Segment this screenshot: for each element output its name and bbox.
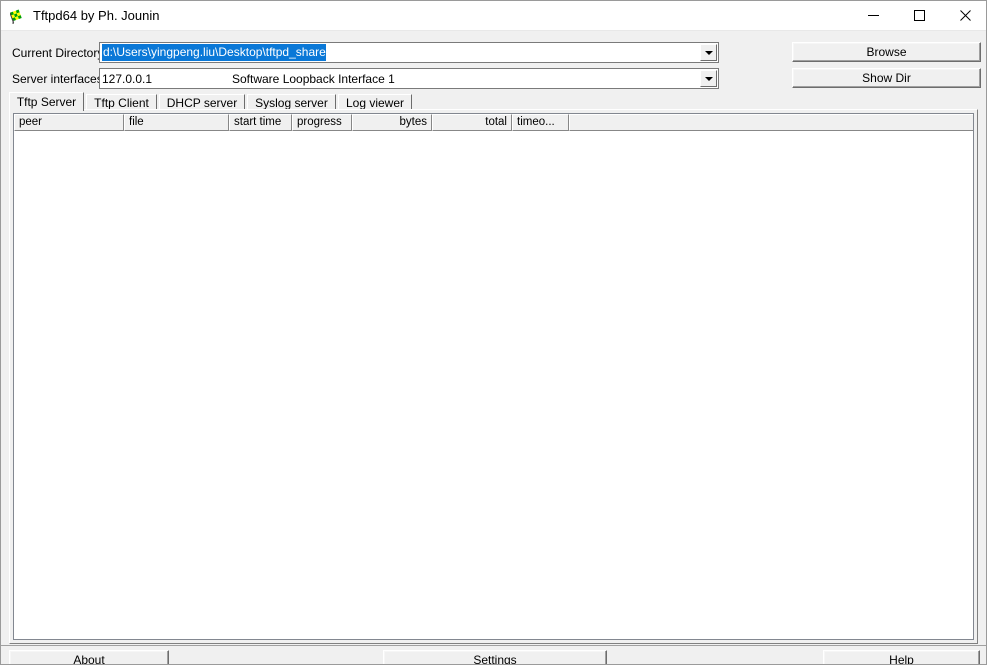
about-button[interactable]: About bbox=[9, 650, 169, 664]
tab-dhcp-server[interactable]: DHCP server bbox=[159, 94, 245, 110]
column-header-label: total bbox=[485, 116, 507, 128]
current-directory-input[interactable]: d:\Users\yingpeng.liu\Desktop\tftpd_shar… bbox=[100, 43, 698, 62]
column-header-total[interactable]: total bbox=[432, 114, 512, 131]
tab-syslog-server[interactable]: Syslog server bbox=[247, 94, 336, 110]
column-header-label: peer bbox=[19, 116, 43, 128]
column-header-file[interactable]: file bbox=[124, 114, 229, 131]
close-icon bbox=[959, 10, 971, 21]
chevron-down-icon bbox=[704, 50, 713, 55]
minimize-icon bbox=[867, 15, 879, 16]
current-directory-value: d:\Users\yingpeng.liu\Desktop\tftpd_shar… bbox=[102, 44, 326, 61]
minimize-button[interactable] bbox=[850, 1, 896, 30]
maximize-icon bbox=[913, 10, 925, 21]
transfer-list-body[interactable] bbox=[14, 132, 973, 639]
tab-tftp-client[interactable]: Tftp Client bbox=[86, 94, 157, 110]
column-header-progress[interactable]: progress bbox=[292, 114, 352, 131]
server-interfaces-value-row[interactable]: 127.0.0.1 Software Loopback Interface 1 bbox=[100, 69, 698, 88]
column-header-label: timeo... bbox=[517, 116, 555, 128]
column-header-label: progress bbox=[297, 116, 342, 128]
tab-label: Log viewer bbox=[345, 95, 405, 110]
transfer-list-header: peer file start time progress bytes total time… bbox=[14, 114, 973, 131]
column-header-label: bytes bbox=[399, 116, 428, 128]
server-interfaces-dropdown-button[interactable] bbox=[700, 70, 717, 87]
server-interfaces-label: Server interfaces bbox=[12, 72, 103, 86]
window-title: Tftpd64 by Ph. Jounin bbox=[33, 8, 160, 23]
help-button[interactable]: Help bbox=[823, 650, 980, 664]
chevron-down-icon bbox=[704, 76, 713, 81]
server-interface-ip: 127.0.0.1 bbox=[102, 71, 153, 86]
tab-tftp-server[interactable]: Tftp Server bbox=[9, 92, 84, 111]
column-header-label: start time bbox=[234, 116, 282, 128]
column-header-peer[interactable]: peer bbox=[14, 114, 124, 131]
browse-button[interactable]: Browse bbox=[792, 42, 981, 62]
show-dir-button[interactable]: Show Dir bbox=[792, 68, 981, 88]
column-header-start-time[interactable]: start time bbox=[229, 114, 292, 131]
server-interface-name: Software Loopback Interface 1 bbox=[232, 71, 395, 86]
current-directory-dropdown-button[interactable] bbox=[700, 44, 717, 61]
tab-strip: Tftp Server Tftp Client DHCP server Syslog … bbox=[9, 92, 978, 111]
tftpd64-window: Tftpd64 by Ph. Jounin Current Directory … bbox=[0, 0, 987, 665]
column-header-label: file bbox=[129, 116, 144, 128]
settings-button[interactable]: Settings bbox=[383, 650, 607, 664]
column-header-filler bbox=[569, 114, 973, 131]
transfer-list[interactable]: peer file start time progress bytes total time… bbox=[13, 113, 974, 640]
current-directory-label: Current Directory bbox=[12, 46, 104, 60]
client-area: Current Directory Server interfaces d:\U… bbox=[1, 31, 986, 664]
column-header-bytes[interactable]: bytes bbox=[352, 114, 432, 131]
maximize-button[interactable] bbox=[896, 1, 942, 30]
current-directory-combobox[interactable]: d:\Users\yingpeng.liu\Desktop\tftpd_shar… bbox=[99, 42, 719, 63]
column-header-timeo[interactable]: timeo... bbox=[512, 114, 569, 131]
tab-label: Tftp Client bbox=[94, 95, 149, 110]
checkered-flag-icon bbox=[9, 8, 27, 25]
tab-label: Syslog server bbox=[255, 95, 328, 110]
tab-page-tftp-server: peer file start time progress bytes total time… bbox=[9, 109, 978, 644]
tab-label: DHCP server bbox=[166, 95, 238, 110]
tab-log-viewer[interactable]: Log viewer bbox=[338, 94, 412, 110]
tab-label: Tftp Server bbox=[16, 95, 77, 109]
server-interfaces-combobox[interactable]: 127.0.0.1 Software Loopback Interface 1 bbox=[99, 68, 719, 89]
title-bar: Tftpd64 by Ph. Jounin bbox=[1, 1, 986, 31]
close-button[interactable] bbox=[942, 1, 986, 30]
